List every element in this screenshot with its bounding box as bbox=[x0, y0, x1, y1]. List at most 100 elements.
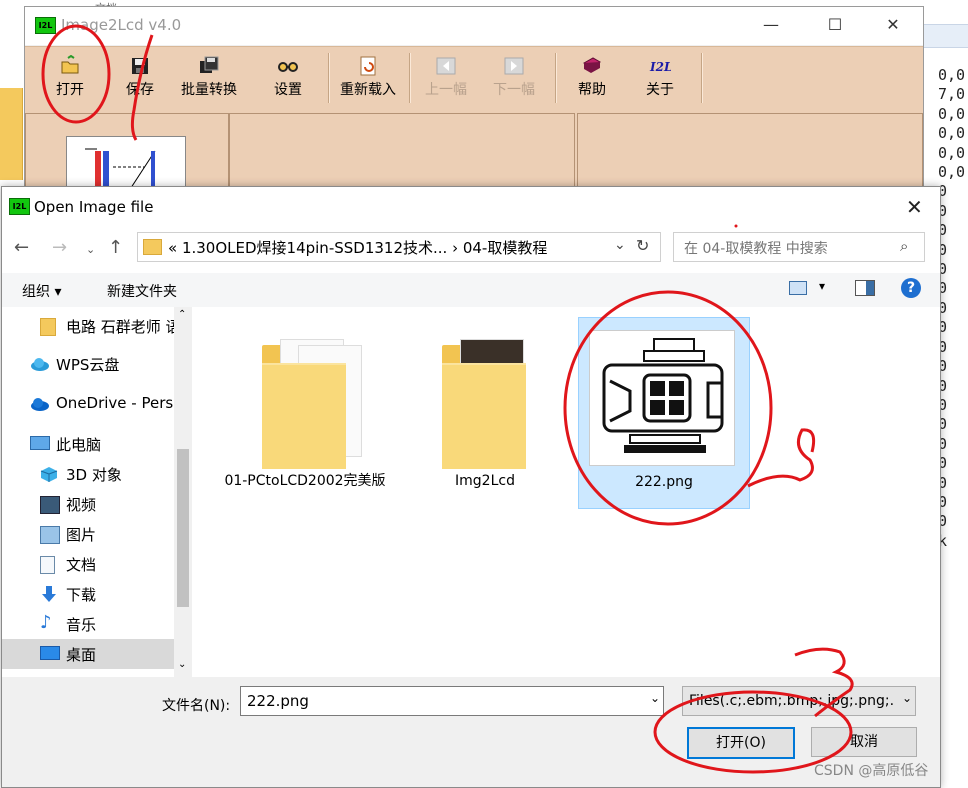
scroll-up-icon[interactable]: ⌃ bbox=[178, 309, 186, 320]
image-thumbnail bbox=[589, 330, 735, 466]
file-type-dropdown-icon[interactable]: ⌄ bbox=[902, 691, 912, 705]
nav-item-label: 视频 bbox=[66, 496, 97, 514]
file-item-folder[interactable]: 01-PCtoLCD2002完美版 bbox=[220, 317, 390, 507]
nav-item-pictures[interactable]: 图片 bbox=[2, 519, 174, 549]
refresh-icon[interactable]: ↻ bbox=[636, 236, 649, 255]
3d-objects-icon bbox=[40, 466, 58, 482]
toolbar-settings-label: 设置 bbox=[274, 82, 302, 98]
toolbar-reload-button[interactable]: 重新载入 bbox=[333, 51, 403, 105]
file-name: 222.png bbox=[635, 474, 693, 490]
filename-dropdown-icon[interactable]: ⌄ bbox=[650, 691, 660, 705]
open-folder-icon bbox=[61, 55, 79, 74]
toolbar-settings-button[interactable]: 设置 bbox=[263, 51, 313, 105]
background-code: 0,0 7,0 0,0 0,0 0,0 0,0 0 0 0 0 0 0 0 0 0 0 0 0 0 0 0 0 0 0 k bbox=[938, 66, 968, 551]
i2l-logo-icon: I2L bbox=[35, 17, 56, 34]
onedrive-cloud-icon bbox=[30, 396, 49, 412]
nav-item-this-pc[interactable]: 此电脑 bbox=[2, 429, 174, 459]
help-icon[interactable]: ? bbox=[901, 278, 921, 298]
folder-front bbox=[442, 363, 526, 469]
app-workspace bbox=[25, 109, 923, 208]
nav-item-onedrive[interactable]: OneDrive - Perso bbox=[2, 389, 174, 419]
save-disk-icon bbox=[132, 58, 148, 74]
nav-item-label: 此电脑 bbox=[56, 436, 102, 454]
file-item-image[interactable]: 222.png bbox=[578, 317, 750, 509]
filename-label: 文件名(N): bbox=[162, 698, 231, 714]
this-pc-icon bbox=[30, 436, 50, 450]
code-line: 0 bbox=[938, 260, 948, 279]
code-line: 0 bbox=[938, 182, 948, 201]
address-dropdown-icon[interactable]: ⌄ bbox=[614, 237, 626, 253]
code-line: 0 bbox=[938, 512, 948, 531]
nav-item-videos[interactable]: 视频 bbox=[2, 489, 174, 519]
file-name: Img2Lcd bbox=[455, 473, 515, 489]
code-line: 0 bbox=[938, 376, 948, 395]
nav-item-3d-objects[interactable]: 3D 对象 bbox=[2, 459, 174, 489]
nav-item-desktop[interactable]: 桌面 bbox=[2, 639, 174, 669]
folder-icon bbox=[40, 318, 56, 336]
i2l-logo-icon: I2L bbox=[9, 198, 30, 215]
toolbar-open-button[interactable]: 打开 bbox=[45, 51, 95, 105]
nav-item-downloads[interactable]: 下载 bbox=[2, 579, 174, 609]
search-box[interactable]: 在 04-取模教程 中搜索 ⌕ bbox=[673, 232, 925, 262]
dialog-footer: 文件名(N): ⌄ Files(.c;.ebm;.bmp;.jpg;.png;.… bbox=[2, 677, 940, 787]
nav-item-folder[interactable]: 电路 石群老师 语 bbox=[2, 311, 174, 341]
toolbar-batch-label: 批量转换 bbox=[181, 82, 237, 98]
forward-arrow-icon[interactable]: → bbox=[52, 237, 67, 258]
batch-convert-icon bbox=[200, 56, 219, 73]
back-arrow-icon[interactable]: ← bbox=[14, 237, 29, 258]
address-path[interactable]: « 1.30OLED焊接14pin-SSD1312技术... › 04-取模教程 bbox=[168, 237, 547, 258]
recent-chevron-icon[interactable]: ⌄ bbox=[86, 243, 95, 256]
file-item-folder[interactable]: Img2Lcd bbox=[400, 317, 570, 507]
settings-glasses-icon bbox=[278, 62, 298, 72]
nav-scrollbar[interactable]: ⌃ ⌄ bbox=[174, 307, 192, 677]
organize-button[interactable]: 组织 ▾ bbox=[22, 281, 61, 301]
toolbar-separator bbox=[328, 53, 330, 103]
toolbar-batch-button[interactable]: 批量转换 bbox=[175, 51, 243, 105]
toolbar-about-label: 关于 bbox=[646, 82, 674, 98]
filename-input[interactable] bbox=[240, 686, 664, 716]
nav-item-documents[interactable]: 文档 bbox=[2, 549, 174, 579]
scroll-down-icon[interactable]: ⌄ bbox=[178, 659, 186, 670]
up-arrow-icon[interactable]: ↑ bbox=[108, 237, 123, 258]
toolbar-help-button[interactable]: 帮助 bbox=[567, 51, 617, 105]
close-icon[interactable]: ✕ bbox=[883, 15, 903, 35]
open-button[interactable]: 打开(O) bbox=[687, 727, 795, 759]
search-input[interactable]: 在 04-取模教程 中搜索 bbox=[684, 238, 828, 258]
toolbar-save-button[interactable]: 保存 bbox=[115, 51, 165, 105]
search-icon[interactable]: ⌕ bbox=[900, 237, 908, 255]
pictures-icon bbox=[40, 526, 60, 544]
view-mode-icon[interactable] bbox=[789, 281, 807, 295]
app-titlebar: I2L Image2Lcd v4.0 — ☐ ✕ bbox=[25, 7, 923, 45]
code-line: 0 bbox=[938, 357, 948, 376]
new-folder-button[interactable]: 新建文件夹 bbox=[107, 281, 177, 301]
nav-item-wps-cloud[interactable]: WPS云盘 bbox=[2, 349, 174, 379]
folder-front bbox=[262, 363, 346, 469]
preview-pane-icon[interactable] bbox=[855, 280, 875, 296]
documents-icon bbox=[40, 556, 55, 574]
maximize-icon[interactable]: ☐ bbox=[825, 15, 845, 35]
video-icon bbox=[40, 496, 60, 514]
code-line: 0 bbox=[938, 454, 948, 473]
nav-item-label: 下载 bbox=[66, 586, 97, 604]
dialog-close-icon[interactable]: ✕ bbox=[906, 195, 923, 219]
code-line: 0 bbox=[938, 221, 948, 240]
toolbar-separator bbox=[701, 53, 703, 103]
toolbar-about-button[interactable]: I2L 关于 bbox=[635, 51, 685, 105]
svg-text:I2L: I2L bbox=[649, 60, 671, 74]
view-dropdown-icon[interactable]: ▾ bbox=[819, 279, 825, 293]
dialog-title: Open Image file bbox=[34, 198, 154, 216]
code-line: 0 bbox=[938, 395, 948, 414]
minimize-icon[interactable]: — bbox=[761, 15, 781, 35]
file-type-select[interactable]: Files(.c;.ebm;.bmp;.jpg;.png;. bbox=[682, 686, 916, 716]
navigation-pane: 电路 石群老师 语 WPS云盘 OneDrive - Perso 此电脑 3D … bbox=[2, 307, 192, 677]
toolbar-next-button[interactable]: 下一幅 bbox=[485, 51, 543, 105]
cancel-button[interactable]: 取消 bbox=[811, 727, 917, 757]
background-folder-icon bbox=[0, 88, 23, 180]
nav-item-label: 音乐 bbox=[66, 616, 97, 634]
code-line: 0 bbox=[938, 279, 948, 298]
address-bar[interactable]: « 1.30OLED焊接14pin-SSD1312技术... › 04-取模教程… bbox=[137, 232, 661, 262]
folder-icon bbox=[143, 239, 162, 255]
toolbar-prev-button[interactable]: 上一幅 bbox=[417, 51, 475, 105]
nav-item-music[interactable]: ♪ 音乐 bbox=[2, 609, 174, 639]
nav-scrollbar-thumb[interactable] bbox=[177, 449, 189, 607]
